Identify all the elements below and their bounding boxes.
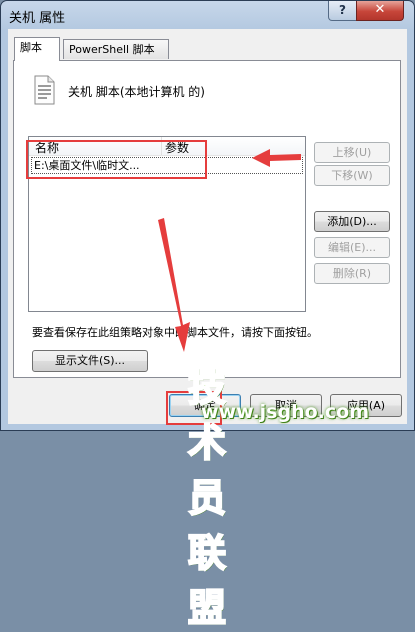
apply-button[interactable]: 应用(A) (330, 394, 402, 417)
highlight-box-ok (166, 391, 222, 425)
show-files-button[interactable]: 显示文件(S)... (32, 350, 148, 372)
edit-button[interactable]: 编辑(E)... (314, 237, 390, 258)
info-text: 要查看保存在此组策略对象中的脚本文件，请按下面按钮。 (32, 326, 318, 339)
close-icon: ✕ (374, 2, 386, 17)
properties-dialog: 关机 属性 ? ✕ 脚本 PowerShell 脚本 关机 脚本(本地计算机 的… (0, 0, 415, 431)
help-button[interactable]: ? (328, 1, 357, 21)
dialog-client: 脚本 PowerShell 脚本 关机 脚本(本地计算机 的) 名称 参数 E:… (8, 29, 407, 424)
window-title: 关机 属性 (9, 11, 66, 26)
move-up-button[interactable]: 上移(U) (314, 142, 390, 163)
tab-scripts[interactable]: 脚本 (14, 37, 60, 61)
highlight-box-script-entry (26, 140, 207, 179)
tab-label: 脚本 (20, 41, 42, 54)
close-button[interactable]: ✕ (356, 1, 404, 21)
tab-label: PowerShell 脚本 (69, 43, 155, 56)
help-icon: ? (339, 3, 346, 17)
tab-powershell-scripts[interactable]: PowerShell 脚本 (63, 39, 169, 59)
move-down-button[interactable]: 下移(W) (314, 165, 390, 186)
script-document-icon (34, 75, 55, 105)
script-header-label: 关机 脚本(本地计算机 的) (68, 85, 205, 99)
title-bar[interactable]: 关机 属性 ? ✕ (1, 1, 414, 29)
scripts-tab-panel: 关机 脚本(本地计算机 的) 名称 参数 E:\桌面文件\临时文... 上移(U… (13, 60, 401, 378)
cancel-button[interactable]: 取消 (250, 394, 322, 417)
remove-button[interactable]: 删除(R) (314, 263, 390, 284)
add-button[interactable]: 添加(D)... (314, 211, 390, 232)
